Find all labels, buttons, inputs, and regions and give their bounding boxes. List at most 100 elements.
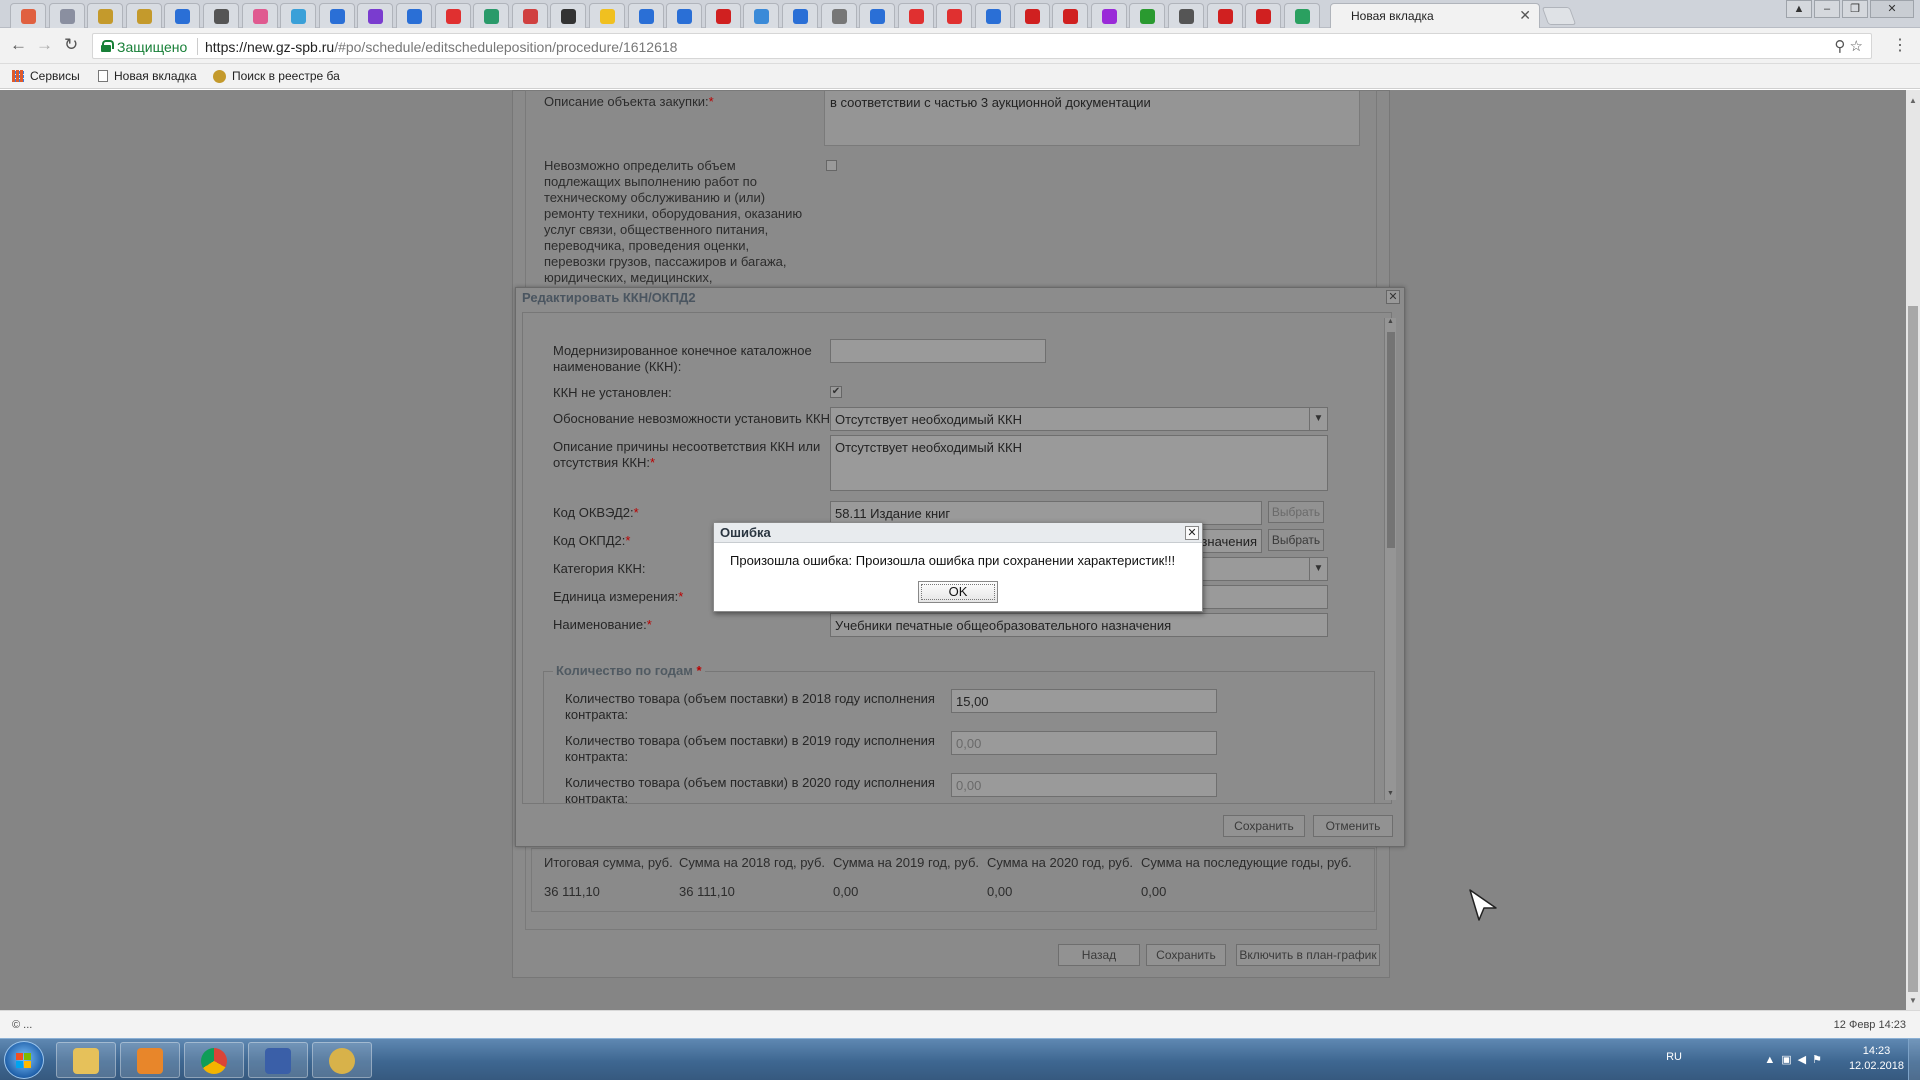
browser-tab[interactable] [782, 3, 818, 28]
browser-tab[interactable] [511, 3, 548, 28]
browser-tab[interactable] [704, 3, 741, 28]
browser-tab[interactable] [820, 3, 857, 28]
taskbar-explorer[interactable] [56, 1042, 116, 1078]
new-tab-button[interactable] [1541, 7, 1577, 25]
name-input[interactable]: Учебники печатные общеобразовательного н… [830, 613, 1328, 637]
quantity-2020-input[interactable]: 0,00 [951, 773, 1217, 797]
modal-scrollbar-thumb[interactable] [1387, 332, 1395, 548]
scroll-down-icon[interactable]: ▼ [1909, 996, 1917, 1005]
reason-textarea[interactable]: Отсутствует необходимый ККН [830, 435, 1328, 491]
network-icon[interactable]: ▣ [1781, 1054, 1797, 1066]
kkn-input[interactable] [830, 339, 1046, 363]
window-close-button[interactable]: ✕ [1870, 0, 1914, 18]
browser-tab[interactable] [203, 3, 239, 28]
modal-close-icon[interactable]: ✕ [1386, 290, 1400, 304]
browser-tab[interactable] [357, 3, 394, 28]
browser-menu-icon[interactable]: ⋮ [1892, 35, 1908, 55]
include-in-schedule-button[interactable]: Включить в план-график [1236, 944, 1380, 966]
modal-scrollbar[interactable]: ▲ ▼ [1384, 318, 1396, 800]
reload-icon[interactable]: ↻ [64, 35, 78, 55]
browser-tab[interactable] [48, 3, 85, 28]
browser-tab[interactable] [743, 3, 780, 28]
scrollbar-thumb[interactable] [1908, 306, 1918, 992]
browser-tab[interactable] [10, 3, 46, 28]
tray-arrow-icon[interactable]: ▲ [1764, 1054, 1781, 1066]
browser-tab[interactable] [1129, 3, 1166, 28]
browser-tab-active[interactable]: Новая вкладка ✕ [1330, 3, 1540, 28]
browser-tab[interactable] [666, 3, 703, 28]
chevron-down-icon[interactable]: ▼ [1309, 558, 1327, 580]
browser-tab[interactable] [1013, 3, 1050, 28]
taskbar-outlook[interactable] [120, 1042, 180, 1078]
browser-tab[interactable] [859, 3, 896, 28]
okved-select-button[interactable]: Выбрать [1268, 501, 1324, 523]
scroll-up-icon[interactable]: ▲ [1387, 318, 1394, 325]
flag-icon[interactable]: ⚑ [1812, 1054, 1828, 1066]
taskbar-chrome[interactable] [184, 1042, 244, 1078]
impossible-volume-checkbox[interactable] [826, 160, 837, 171]
browser-tab[interactable] [318, 3, 355, 28]
browser-tab[interactable] [164, 3, 201, 28]
browser-tab[interactable] [1283, 3, 1320, 28]
url-text[interactable]: https://new.gz-spb.ru/#po/schedule/edits… [205, 39, 677, 55]
page-scrollbar[interactable]: ▲ ▼ [1906, 90, 1920, 1010]
browser-tab[interactable] [434, 3, 471, 28]
justification-select[interactable]: Отсутствует необходимый ККН ▼ [830, 407, 1328, 431]
browser-tab[interactable] [627, 3, 664, 28]
quantity-2018-input[interactable]: 15,00 [951, 689, 1217, 713]
purchase-description-field[interactable]: в соответствии с частью 3 аукционной док… [824, 90, 1360, 146]
browser-tab[interactable] [1168, 3, 1204, 28]
save-schedule-button[interactable]: Сохранить [1146, 944, 1226, 966]
taskbar-paint[interactable] [312, 1042, 372, 1078]
back-arrow-icon[interactable]: ← [10, 35, 27, 55]
browser-tab[interactable] [396, 3, 432, 28]
scroll-down-icon[interactable]: ▼ [1387, 790, 1394, 797]
mouse-cursor-icon [1469, 889, 1497, 921]
start-button[interactable] [4, 1041, 44, 1079]
browser-tab[interactable] [1052, 3, 1089, 28]
browser-tab[interactable] [1206, 3, 1243, 28]
browser-tab[interactable] [975, 3, 1011, 28]
browser-tab[interactable] [897, 3, 934, 28]
modal-cancel-button[interactable]: Отменить [1313, 815, 1393, 837]
taskbar-app[interactable] [248, 1042, 308, 1078]
modal-save-button[interactable]: Сохранить [1223, 815, 1305, 837]
window-maximize-button[interactable]: ❐ [1842, 0, 1868, 18]
volume-icon[interactable]: ◀ [1798, 1054, 1812, 1066]
bookmark-registry-search[interactable]: Поиск в реестре ба [213, 69, 340, 83]
scroll-up-icon[interactable]: ▲ [1909, 96, 1917, 105]
tray-icons[interactable]: ▲▣◀⚑ [1764, 1053, 1828, 1066]
browser-tab[interactable] [125, 3, 162, 28]
address-bar[interactable]: Защищено https://new.gz-spb.ru/#po/sched… [92, 33, 1872, 59]
bookmark-new-tab[interactable]: Новая вкладка [98, 69, 197, 83]
bookmark-services[interactable]: Сервисы [12, 69, 80, 83]
back-button[interactable]: Назад [1058, 944, 1140, 966]
browser-tab[interactable] [1245, 3, 1282, 28]
kkn-not-set-checkbox[interactable]: ✔ [830, 386, 842, 398]
ok-button[interactable]: OK [918, 581, 998, 603]
reason-label: Описание причины несоответствия ККН или … [553, 439, 821, 470]
favicon-icon [484, 9, 500, 24]
taskbar-clock[interactable]: 14:23 12.02.2018 [1849, 1044, 1904, 1074]
zoom-and-bookmark-icons[interactable]: ⚲ ☆ [1834, 37, 1863, 55]
bookmark-star-icon[interactable]: ☆ [1850, 38, 1863, 55]
browser-tab[interactable] [589, 3, 625, 28]
browser-tab[interactable] [280, 3, 317, 28]
forward-arrow-icon[interactable]: → [36, 35, 53, 55]
okpd-select-button[interactable]: Выбрать [1268, 529, 1324, 551]
zoom-icon[interactable]: ⚲ [1834, 38, 1845, 55]
tab-close-icon[interactable]: ✕ [1519, 7, 1531, 24]
show-desktop-button[interactable] [1908, 1039, 1920, 1080]
browser-tab[interactable] [87, 3, 124, 28]
quantity-2019-input[interactable]: 0,00 [951, 731, 1217, 755]
error-close-icon[interactable]: ✕ [1185, 526, 1199, 540]
language-indicator[interactable]: RU [1666, 1051, 1682, 1063]
window-minimize-button[interactable]: – [1814, 0, 1840, 18]
window-user-icon[interactable]: ▲ [1786, 0, 1812, 18]
browser-tab[interactable] [1090, 3, 1127, 28]
browser-tab[interactable] [473, 3, 510, 28]
browser-tab[interactable] [936, 3, 973, 28]
browser-tab[interactable] [550, 3, 587, 28]
chevron-down-icon[interactable]: ▼ [1309, 408, 1327, 430]
browser-tab[interactable] [241, 3, 278, 28]
